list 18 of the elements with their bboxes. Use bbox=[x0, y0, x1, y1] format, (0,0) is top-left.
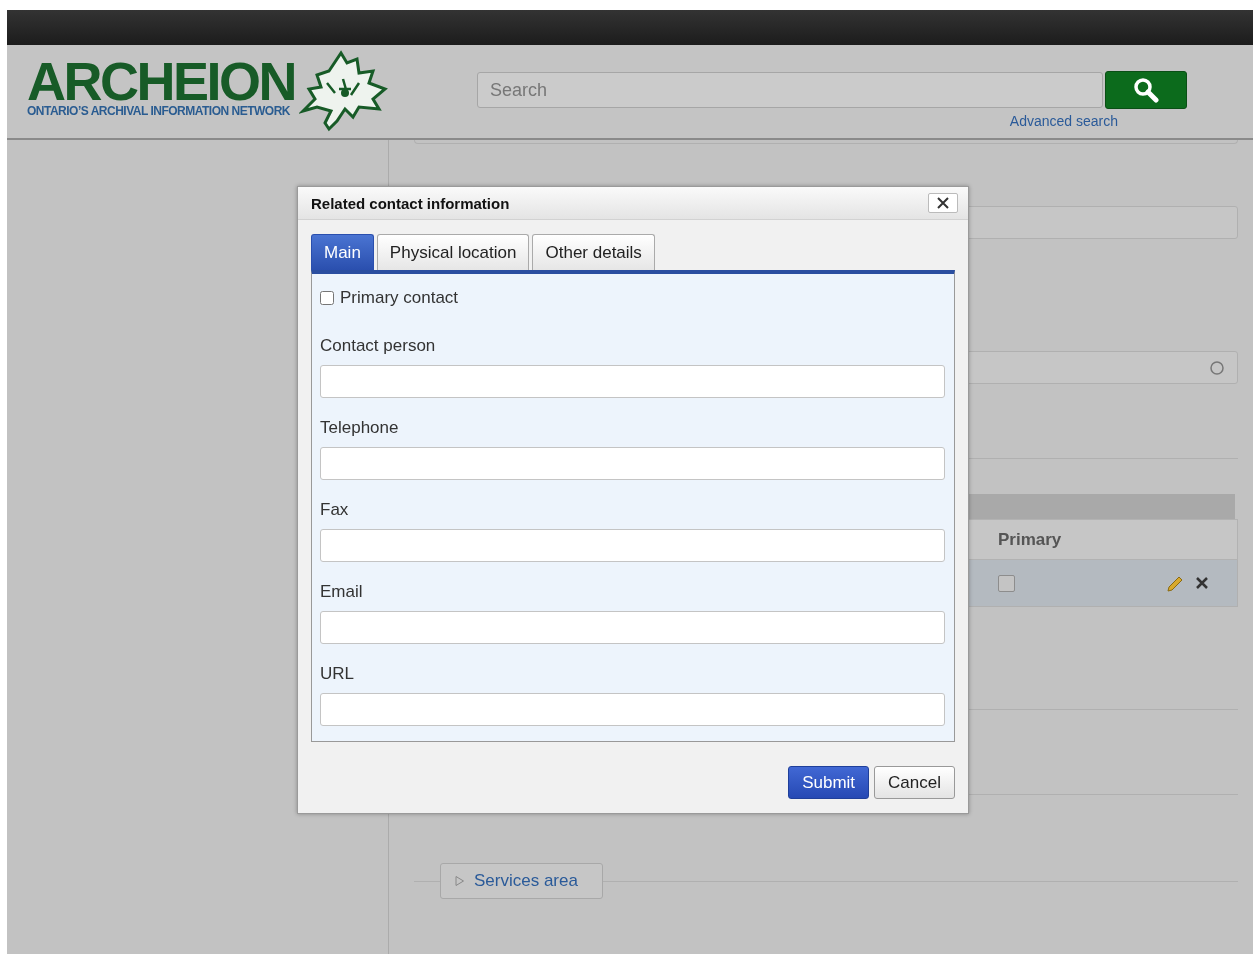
tab[interactable]: Main bbox=[311, 234, 374, 270]
tab[interactable]: Other details bbox=[532, 234, 655, 270]
field-label: Email bbox=[320, 582, 364, 602]
logo-title: ARCHEION bbox=[27, 59, 295, 103]
dialog-title: Related contact information bbox=[311, 194, 511, 212]
checkbox-label: Primary contact bbox=[340, 288, 459, 308]
field-label: Telephone bbox=[320, 418, 400, 438]
advanced-search-link[interactable]: Advanced search bbox=[1009, 113, 1118, 129]
column-header: Primary bbox=[998, 529, 1063, 550]
tab[interactable]: Physical location bbox=[376, 234, 530, 270]
submit-button[interactable]: Submit bbox=[788, 766, 870, 799]
cancel-button[interactable]: Cancel bbox=[874, 766, 955, 799]
field-label: URL bbox=[320, 664, 355, 684]
search-field[interactable]: Search bbox=[477, 72, 1103, 108]
field-label: Fax bbox=[320, 500, 350, 520]
section-toggle[interactable]: Services area bbox=[440, 863, 603, 899]
field-label: Contact person bbox=[320, 336, 437, 356]
logo-tagline: ONTARIO’S ARCHIVAL INFORMATION NETWORK bbox=[27, 105, 291, 117]
